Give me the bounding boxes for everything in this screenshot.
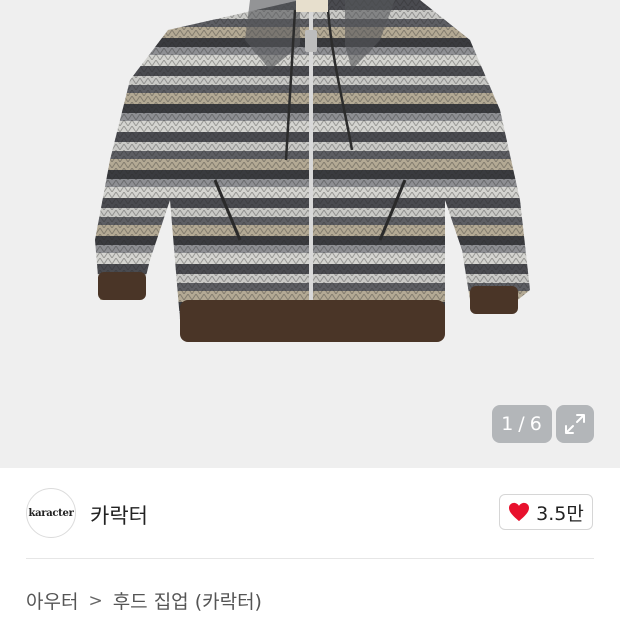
divider bbox=[26, 558, 594, 559]
image-counter-separator: / bbox=[518, 413, 526, 435]
image-counter-total: 6 bbox=[529, 413, 543, 435]
product-image-gallery[interactable]: 1 / 6 bbox=[0, 0, 620, 468]
like-button[interactable]: 3.5만 bbox=[499, 494, 593, 530]
brand-name-link[interactable]: 카락터 bbox=[90, 500, 148, 530]
expand-icon bbox=[565, 414, 585, 434]
brand-logo-text: karacter bbox=[28, 507, 74, 519]
image-counter-current: 1 bbox=[501, 413, 515, 435]
breadcrumb-separator: > bbox=[88, 590, 103, 611]
breadcrumb-item-subcategory[interactable]: 후드 집업 (카락터) bbox=[113, 587, 262, 614]
image-counter: 1 / 6 bbox=[492, 405, 552, 443]
expand-button[interactable] bbox=[556, 405, 594, 443]
product-image-striped-zip-hoodie bbox=[95, 0, 530, 342]
brand-row: karacter 카락터 3.5만 bbox=[0, 468, 620, 558]
breadcrumb: 아우터 > 후드 집업 (카락터) bbox=[26, 587, 262, 614]
like-count: 3.5만 bbox=[536, 502, 584, 525]
breadcrumb-item-category[interactable]: 아우터 bbox=[26, 587, 78, 614]
heart-icon bbox=[509, 502, 530, 522]
brand-logo[interactable]: karacter bbox=[26, 488, 76, 538]
